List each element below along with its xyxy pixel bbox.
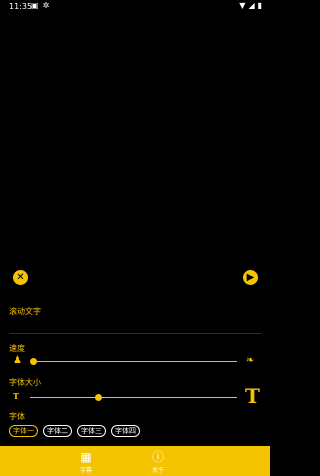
fast-rabbit-icon: ❧ [246, 355, 255, 366]
bottom-nav: ▦ 字幕 ⓘ 关于 [0, 446, 270, 476]
subtitle-grid-icon: ▦ [80, 450, 92, 464]
font-option-4[interactable]: 字体四 [111, 425, 140, 437]
scroll-text-label: 滚动文字 [9, 307, 41, 316]
status-time: 11:35 [9, 2, 33, 11]
play-icon: ▶ [246, 272, 255, 283]
status-left-icons: ▣ ✲ [31, 1, 49, 10]
wifi-icon: ▼ [239, 1, 246, 10]
speed-label: 速度 [9, 344, 25, 353]
status-right-icons: ▼ ◢ ▮ [239, 1, 262, 10]
speed-slider-thumb[interactable] [30, 358, 37, 365]
font-option-1[interactable]: 字体一 [9, 425, 38, 437]
small-text-icon: T [13, 391, 19, 401]
font-option-3[interactable]: 字体三 [77, 425, 106, 437]
notification-icon: ✲ [42, 1, 50, 10]
font-size-slider-track[interactable] [30, 397, 237, 398]
nav-item-about[interactable]: ⓘ 关于 [138, 451, 178, 474]
play-button[interactable]: ▶ [243, 270, 258, 285]
scroll-text-input[interactable] [9, 333, 261, 334]
speed-slider-track[interactable] [33, 361, 237, 362]
sim-card-icon: ▣ [31, 1, 39, 10]
large-text-icon: T [245, 384, 260, 408]
font-label: 字体 [9, 412, 25, 421]
nav-label-about: 关于 [151, 467, 164, 474]
close-icon: ✕ [16, 272, 25, 283]
font-options: 字体一 字体二 字体三 字体四 [9, 425, 140, 437]
status-bar: 11:35 ▣ ✲ ▼ ◢ ▮ [0, 0, 270, 14]
close-button[interactable]: ✕ [13, 270, 28, 285]
font-size-label: 字体大小 [9, 378, 41, 387]
slow-snail-icon: ♟ [13, 355, 22, 366]
font-size-slider-thumb[interactable] [95, 394, 103, 401]
nav-label-subtitle: 字幕 [79, 467, 92, 474]
nav-item-subtitle[interactable]: ▦ 字幕 [66, 451, 106, 474]
font-option-2[interactable]: 字体二 [43, 425, 72, 437]
battery-icon: ▮ [257, 1, 262, 10]
signal-icon: ◢ [248, 1, 255, 10]
info-icon: ⓘ [151, 450, 164, 464]
